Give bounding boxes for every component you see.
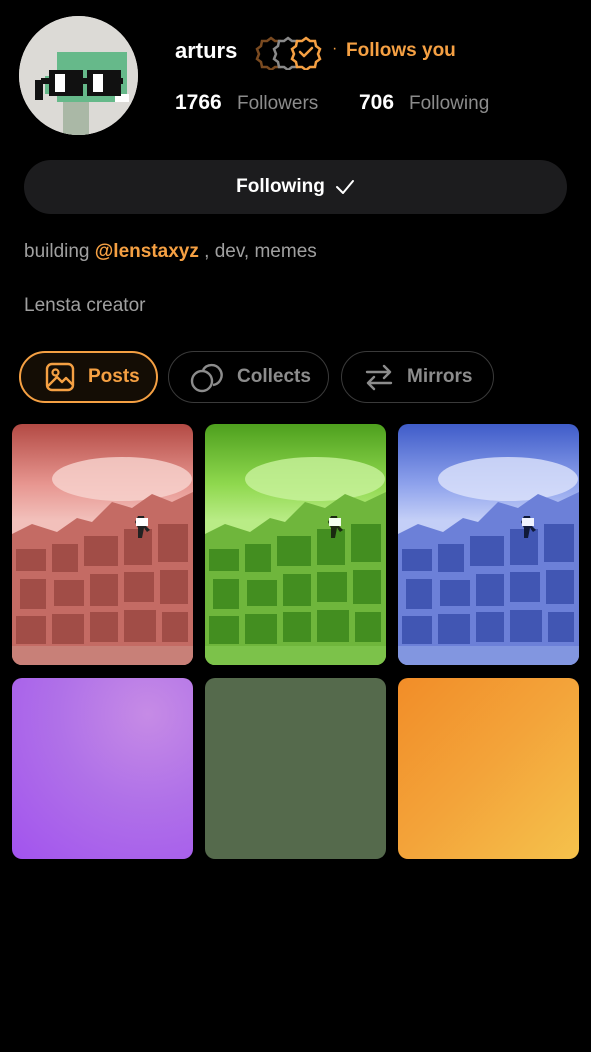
tab-posts[interactable]: Posts [19, 351, 158, 403]
checkmark-icon [335, 180, 354, 194]
verified-badge-icon [290, 36, 322, 72]
post-thumbnail[interactable] [205, 424, 386, 665]
following-count[interactable]: 706 [359, 91, 394, 115]
separator-dot: · [332, 40, 338, 57]
mirror-icon [365, 364, 393, 391]
image-icon [45, 362, 75, 392]
following-label[interactable]: Following [409, 93, 489, 115]
followers-label[interactable]: Followers [237, 93, 318, 115]
tab-collects[interactable]: Collects [168, 351, 329, 403]
post-thumbnail[interactable] [205, 678, 386, 859]
bio-line-1: building @lenstaxyz , dev, memes [24, 241, 317, 263]
bio-text: , dev, memes [198, 241, 317, 262]
tab-mirrors[interactable]: Mirrors [341, 351, 494, 403]
mention-link[interactable]: @lenstaxyz [95, 241, 199, 262]
following-button-label: Following [236, 176, 325, 197]
post-thumbnail[interactable] [12, 424, 193, 665]
avatar-image [19, 16, 138, 135]
username: arturs [175, 38, 238, 63]
bio-text: building [24, 241, 95, 262]
post-thumbnail[interactable] [398, 424, 579, 665]
follows-you-label: Follows you [346, 40, 456, 61]
following-button[interactable]: Following [24, 160, 567, 214]
avatar[interactable] [19, 16, 138, 135]
badge-icons[interactable] [254, 34, 326, 72]
tab-label: Mirrors [407, 366, 473, 387]
bio-line-2: Lensta creator [24, 295, 146, 316]
post-thumbnail[interactable] [398, 678, 579, 859]
tab-label: Posts [88, 366, 140, 387]
collect-icon [190, 363, 223, 393]
post-thumbnail[interactable] [12, 678, 193, 859]
followers-count[interactable]: 1766 [175, 91, 222, 115]
tab-label: Collects [237, 366, 311, 387]
